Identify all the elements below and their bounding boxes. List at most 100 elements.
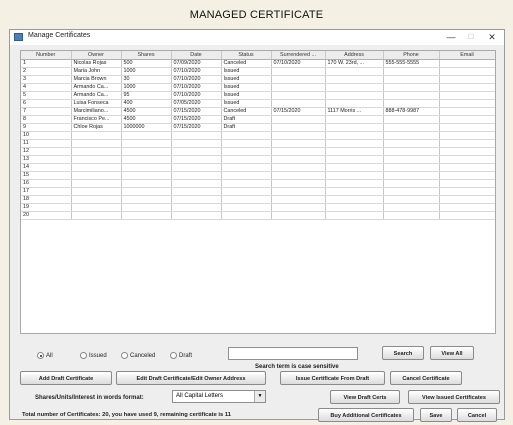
- table-row[interactable]: 7 Marcimiliano... 4500 07/15/2020 Canceled 07…: [21, 107, 495, 116]
- table-cell: 12: [21, 147, 72, 156]
- table-cell: [271, 75, 326, 84]
- table-cell: [271, 67, 326, 76]
- chevron-down-icon[interactable]: ▼: [254, 391, 265, 402]
- search-input[interactable]: [228, 347, 358, 360]
- add-draft-certificate-button[interactable]: Add Draft Certificate: [20, 371, 112, 385]
- table-cell: [121, 187, 172, 196]
- table-row[interactable]: 17: [21, 187, 495, 196]
- table-row[interactable]: 4 Armando Ca... 1000 07/10/2020 Issued: [21, 83, 495, 92]
- table-row[interactable]: 16: [21, 179, 495, 188]
- table-cell: [221, 211, 272, 220]
- filter-draft[interactable]: Draft: [170, 352, 192, 359]
- buy-additional-certificates-button[interactable]: Buy Additional Certificates: [318, 408, 414, 422]
- table-cell: [383, 203, 440, 212]
- table-cell: Maria John: [71, 67, 122, 76]
- table-row[interactable]: 13: [21, 155, 495, 164]
- cancel-button[interactable]: Cancel: [457, 408, 497, 422]
- table-cell: Issued: [221, 91, 272, 100]
- table-cell: [325, 67, 384, 76]
- table-cell: [325, 179, 384, 188]
- table-row[interactable]: 5 Armando Ca... 95 07/10/2020 Issued: [21, 91, 495, 100]
- table-row[interactable]: 8 Francisco Pe... 4500 07/15/2020 Draft: [21, 115, 495, 124]
- table-row[interactable]: 3 Marcia Brown 30 07/10/2020 Issued: [21, 75, 495, 84]
- column-header[interactable]: Address: [325, 51, 384, 60]
- table-row[interactable]: 1 Nicolas Rojas 500 07/09/2020 Canceled 07/10…: [21, 59, 495, 68]
- table-cell: 1000000: [121, 123, 172, 132]
- filter-issued[interactable]: Issued: [80, 352, 107, 359]
- table-cell: [439, 107, 495, 116]
- table-cell: [439, 91, 495, 100]
- view-all-button[interactable]: View All: [430, 346, 474, 360]
- table-cell: [171, 203, 222, 212]
- table-cell: Marcimiliano...: [71, 107, 122, 116]
- table-row[interactable]: 20: [21, 211, 495, 220]
- table-cell: [383, 99, 440, 108]
- format-selected-value: All Capital Letters: [176, 393, 224, 399]
- radio-draft[interactable]: [170, 352, 177, 359]
- view-draft-certs-button[interactable]: View Draft Certs: [330, 390, 400, 404]
- table-row[interactable]: 14: [21, 163, 495, 172]
- table-cell: 07/10/2020: [171, 67, 222, 76]
- table-row[interactable]: 10: [21, 131, 495, 140]
- table-cell: [221, 147, 272, 156]
- table-cell: [383, 83, 440, 92]
- column-header[interactable]: Status: [221, 51, 272, 60]
- column-header[interactable]: Date: [171, 51, 222, 60]
- column-header[interactable]: Email: [439, 51, 495, 60]
- table-cell: [383, 171, 440, 180]
- table-row[interactable]: 18: [21, 195, 495, 204]
- table-cell: 95: [121, 91, 172, 100]
- column-header[interactable]: Surrendered ...: [271, 51, 326, 60]
- table-cell: 07/15/2020: [171, 123, 222, 132]
- table-row[interactable]: 19: [21, 203, 495, 212]
- close-button[interactable]: ✕: [484, 31, 500, 44]
- radio-all[interactable]: [37, 352, 44, 359]
- search-button[interactable]: Search: [382, 346, 424, 360]
- table-cell: [383, 195, 440, 204]
- table-cell: 5: [21, 91, 72, 100]
- table-cell: [325, 171, 384, 180]
- column-header[interactable]: Number: [21, 51, 72, 60]
- table-header-row: Number Owner Shares Date Status Surrendered .…: [21, 51, 495, 60]
- table-cell: 1000: [121, 67, 172, 76]
- window-title: Manage Certificates: [28, 32, 91, 39]
- table-cell: [221, 171, 272, 180]
- table-cell: [171, 155, 222, 164]
- table-row[interactable]: 15: [21, 171, 495, 180]
- table-cell: [71, 195, 122, 204]
- filter-all[interactable]: All: [37, 352, 53, 359]
- table-cell: Canceled: [221, 107, 272, 116]
- table-cell: [325, 99, 384, 108]
- table-cell: [71, 139, 122, 148]
- table-cell: 6: [21, 99, 72, 108]
- table-row[interactable]: 11: [21, 139, 495, 148]
- radio-issued[interactable]: [80, 352, 87, 359]
- filter-canceled[interactable]: Canceled: [121, 352, 155, 359]
- maximize-button[interactable]: ☐: [463, 31, 479, 44]
- app-icon: [14, 33, 23, 41]
- radio-canceled[interactable]: [121, 352, 128, 359]
- table-cell: [271, 179, 326, 188]
- certificates-table-container[interactable]: Number Owner Shares Date Status Surrendered .…: [20, 50, 496, 334]
- table-cell: 555-555-5555: [383, 59, 440, 68]
- column-header[interactable]: Phone: [383, 51, 440, 60]
- table-cell: [325, 115, 384, 124]
- edit-draft-certificate-button[interactable]: Edit Draft Certificate/Edit Owner Addres…: [116, 371, 266, 385]
- issue-certificate-button[interactable]: Issue Certificate From Draft: [280, 371, 385, 385]
- save-button[interactable]: Save: [420, 408, 452, 422]
- column-header[interactable]: Shares: [121, 51, 172, 60]
- table-row[interactable]: 2 Maria John 1000 07/10/2020 Issued: [21, 67, 495, 76]
- table-cell: 20: [21, 211, 72, 220]
- table-cell: Nicolas Rojas: [71, 59, 122, 68]
- minimize-button[interactable]: —: [443, 31, 459, 44]
- table-row[interactable]: 9 Chloe Rojas 1000000 07/15/2020 Draft: [21, 123, 495, 132]
- column-header[interactable]: Owner: [71, 51, 122, 60]
- table-cell: [439, 155, 495, 164]
- view-issued-certificates-button[interactable]: View Issued Certificates: [408, 390, 500, 404]
- table-cell: 1117 Morris ...: [325, 107, 384, 116]
- table-row[interactable]: 6 Luisa Fonseca 400 07/05/2020 Issued: [21, 99, 495, 108]
- table-row[interactable]: 12: [21, 147, 495, 156]
- filter-draft-label: Draft: [179, 352, 193, 359]
- cancel-certificate-button[interactable]: Cancel Certificate: [390, 371, 462, 385]
- format-select[interactable]: All Capital Letters ▼: [172, 390, 266, 403]
